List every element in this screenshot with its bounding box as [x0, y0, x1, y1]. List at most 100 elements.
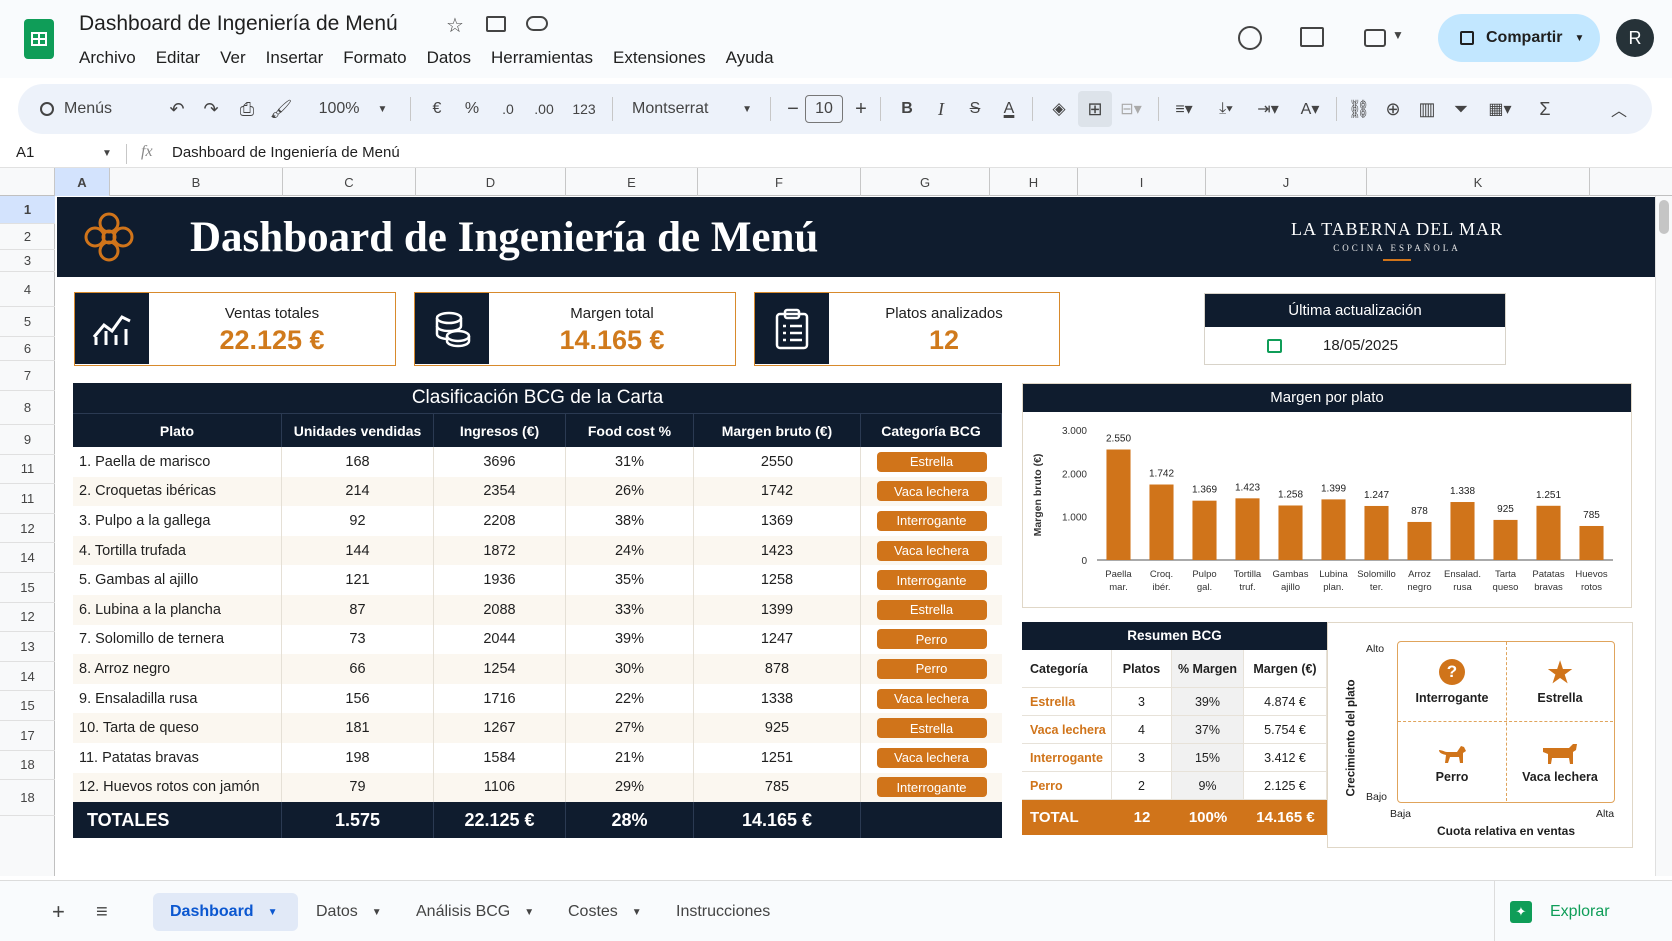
functions-icon[interactable]: Σ — [1528, 84, 1562, 134]
undo-icon[interactable]: ↶ — [160, 84, 194, 134]
row-header[interactable]: 12 — [0, 603, 55, 633]
row-header[interactable]: 11 — [0, 484, 55, 514]
menu-ver[interactable]: Ver — [220, 48, 246, 68]
cell-unidades[interactable]: 198 — [282, 742, 434, 773]
cell-margen[interactable]: 878 — [694, 654, 861, 684]
bar[interactable] — [1579, 525, 1604, 560]
menu-datos[interactable]: Datos — [427, 48, 471, 68]
cell-margen[interactable]: 1247 — [694, 624, 861, 655]
row-header[interactable]: 3 — [0, 250, 55, 272]
cell-plato[interactable]: 3. Pulpo a la gallega — [73, 506, 282, 536]
row-header[interactable]: 9 — [0, 425, 55, 455]
redo-icon[interactable]: ↷ — [194, 84, 228, 134]
cell-margen[interactable]: 925 — [694, 713, 861, 743]
table-row[interactable]: 10. Tarta de queso 181 1267 27% 925 Estrella — [73, 713, 1002, 743]
row-header[interactable]: 18 — [0, 751, 55, 781]
cell-food-cost[interactable]: 35% — [566, 565, 694, 595]
vertical-scrollbar[interactable] — [1655, 196, 1672, 876]
row-header[interactable]: 17 — [0, 721, 55, 751]
table-row[interactable]: 4. Tortilla trufada 144 1872 24% 1423 Vaca le… — [73, 535, 1002, 566]
bold-button[interactable]: B — [890, 84, 924, 134]
cell-unidades[interactable]: 92 — [282, 506, 434, 536]
tab-dashboard[interactable]: Dashboard ▼ — [153, 893, 298, 931]
cell-food-cost[interactable]: 26% — [566, 476, 694, 507]
cell-categoria[interactable]: Perro — [861, 654, 1002, 684]
row-header[interactable]: 15 — [0, 573, 55, 603]
cell-plato[interactable]: 9. Ensaladilla rusa — [73, 683, 282, 714]
cell-margen[interactable]: 1742 — [694, 476, 861, 507]
tab-analisis-bcg[interactable]: Análisis BCG ▼ — [416, 893, 534, 931]
text-rotation-icon[interactable]: A▾ — [1290, 84, 1330, 134]
cell-plato[interactable]: 10. Tarta de queso — [73, 713, 282, 743]
share-button[interactable]: Compartir ▼ — [1438, 14, 1600, 62]
cell-plato[interactable]: 6. Lubina a la plancha — [73, 594, 282, 625]
more-formats-button[interactable]: 123 — [564, 84, 604, 134]
column-header-k[interactable]: K — [1367, 168, 1590, 196]
tab-costes[interactable]: Costes ▼ — [568, 893, 642, 931]
table-view-icon[interactable]: ▦▾ — [1478, 84, 1522, 134]
cell-ingresos[interactable]: 2088 — [434, 594, 566, 625]
menu-formato[interactable]: Formato — [343, 48, 406, 68]
table-row[interactable]: 1. Paella de marisco 168 3696 31% 2550 Estrel… — [73, 447, 1002, 477]
table-row[interactable]: 9. Ensaladilla rusa 156 1716 22% 1338 Vaca le… — [73, 683, 1002, 714]
zoom-select[interactable]: 100% ▼ — [308, 84, 398, 134]
bar[interactable] — [1149, 484, 1174, 560]
column-header-f[interactable]: F — [698, 168, 861, 196]
cell-margen[interactable]: 1369 — [694, 506, 861, 536]
cell-ingresos[interactable]: 1872 — [434, 535, 566, 566]
tab-datos[interactable]: Datos ▼ — [316, 893, 382, 931]
paint-format-icon[interactable]: 🖌︎ — [264, 84, 298, 134]
cell-food-cost[interactable]: 33% — [566, 594, 694, 625]
column-header-c[interactable]: C — [283, 168, 416, 196]
strikethrough-button[interactable]: S — [958, 84, 992, 134]
cell-categoria[interactable]: Interrogante — [861, 506, 1002, 536]
cell-ingresos[interactable]: 2208 — [434, 506, 566, 536]
cell-plato[interactable]: 2. Croquetas ibéricas — [73, 476, 282, 507]
cell-categoria[interactable]: Interrogante — [861, 773, 1002, 803]
cell-food-cost[interactable]: 22% — [566, 683, 694, 714]
row-header[interactable]: 18 — [0, 780, 55, 817]
row-header[interactable]: 14 — [0, 662, 55, 692]
cell-unidades[interactable]: 87 — [282, 594, 434, 625]
tab-instrucciones[interactable]: Instrucciones — [676, 893, 770, 931]
column-header-a[interactable]: A — [55, 168, 110, 196]
decrease-decimal-button[interactable]: .0 — [490, 84, 526, 134]
menu-archivo[interactable]: Archivo — [79, 48, 136, 68]
avatar[interactable]: R — [1616, 19, 1654, 57]
table-row[interactable]: 7. Solomillo de ternera 73 2044 39% 1247 Perr… — [73, 624, 1002, 655]
search-menus[interactable]: Menús — [40, 84, 150, 134]
scrollbar-thumb[interactable] — [1659, 200, 1669, 234]
row-header[interactable]: 4 — [0, 272, 55, 307]
align-vertical-icon[interactable]: ⤓▾ — [1206, 84, 1246, 134]
add-sheet-button[interactable]: + — [52, 893, 65, 931]
cell-categoria[interactable]: Perro — [861, 625, 1002, 655]
row-header[interactable]: 11 — [0, 455, 55, 485]
insert-comment-icon[interactable]: ⊕ — [1376, 84, 1410, 134]
row-header[interactable]: 12 — [0, 514, 55, 544]
increase-decimal-button[interactable]: .00 — [526, 84, 562, 134]
bar[interactable] — [1536, 505, 1561, 560]
bar[interactable] — [1106, 449, 1131, 561]
cell-ingresos[interactable]: 1254 — [434, 654, 566, 684]
cell-unidades[interactable]: 79 — [282, 772, 434, 803]
print-icon[interactable]: ⎙ — [230, 84, 264, 134]
chevron-down-icon[interactable]: ▼ — [1392, 28, 1404, 42]
column-header-i[interactable]: I — [1078, 168, 1206, 196]
row-header[interactable]: 7 — [0, 361, 55, 391]
cell-unidades[interactable]: 73 — [282, 624, 434, 655]
italic-button[interactable]: I — [924, 84, 958, 134]
font-size-increase-button[interactable]: + — [848, 84, 874, 134]
fill-color-icon[interactable]: ◈ — [1042, 84, 1076, 134]
bar[interactable] — [1278, 505, 1303, 560]
row-header[interactable]: 1 — [0, 196, 55, 224]
margin-chart[interactable]: Margen por plato 0 1.000 2.000 3.000 Margen … — [1022, 383, 1632, 608]
cell-plato[interactable]: 1. Paella de marisco — [73, 447, 282, 477]
align-horizontal-icon[interactable]: ≡▾ — [1164, 84, 1204, 134]
menu-editar[interactable]: Editar — [156, 48, 200, 68]
collapse-toolbar-icon[interactable]: ︿ — [1602, 84, 1636, 134]
cloud-status-icon[interactable] — [526, 16, 548, 31]
move-folder-icon[interactable] — [486, 16, 506, 32]
bar[interactable] — [1493, 519, 1518, 560]
column-header-j[interactable]: J — [1206, 168, 1367, 196]
cell-unidades[interactable]: 121 — [282, 565, 434, 595]
